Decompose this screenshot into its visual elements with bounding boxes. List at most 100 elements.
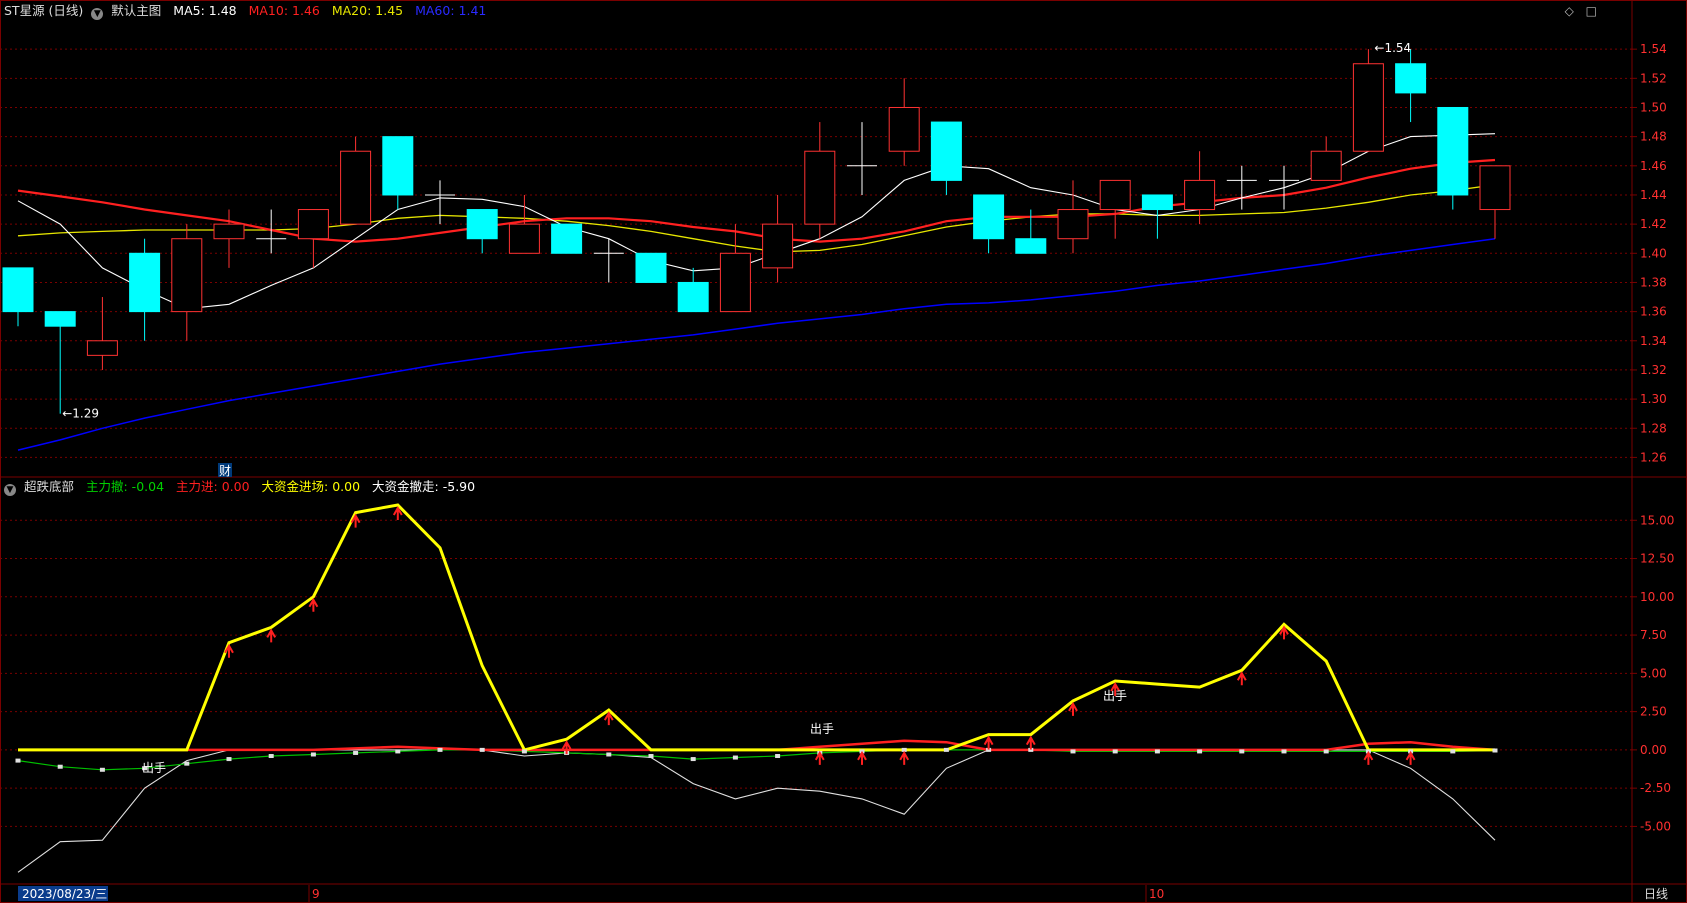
y-tick-label: -2.50	[1640, 781, 1671, 795]
candle-body[interactable]	[44, 311, 76, 327]
zlj-label: 主力进: 0.00	[176, 479, 250, 494]
buy-arrow-icon	[857, 750, 867, 765]
candle-body[interactable]	[508, 223, 540, 254]
template-name[interactable]: 默认主图	[111, 3, 161, 18]
buy-arrow-icon	[1236, 671, 1247, 686]
candle-body[interactable]	[888, 106, 920, 152]
y-tick-label: 0.00	[1640, 743, 1667, 757]
candle-body[interactable]	[1057, 209, 1089, 240]
y-tick-label: 5.00	[1640, 666, 1667, 680]
candle-body[interactable]	[213, 223, 245, 240]
zlc-marker	[648, 754, 654, 759]
diamond-icon[interactable]: ◇	[1565, 4, 1574, 18]
zlc-marker	[268, 754, 274, 759]
dzjjc-label: 大资金进场: 0.00	[261, 479, 361, 494]
candle-body[interactable]	[1352, 63, 1384, 152]
settings-dot-icon[interactable]: ▼	[4, 484, 16, 496]
low-price-marker: ←1.29	[62, 407, 99, 421]
zlc-marker	[226, 757, 232, 762]
zlc-marker	[395, 749, 401, 754]
candle-body[interactable]	[1310, 150, 1342, 181]
candle-body[interactable]	[86, 340, 118, 356]
buy-arrow-icon	[983, 735, 994, 750]
high-price-marker: ←1.54	[1374, 41, 1411, 55]
candle-body[interactable]	[551, 223, 583, 254]
candle-body[interactable]	[2, 267, 34, 313]
y-tick-label: 1.44	[1640, 188, 1667, 202]
candle-body[interactable]	[930, 121, 962, 181]
ma60-line	[17, 237, 1496, 451]
zlc-marker	[1450, 749, 1456, 754]
buy-arrow-icon	[1405, 750, 1416, 765]
y-tick-label: 7.50	[1640, 628, 1667, 642]
candle-body[interactable]	[466, 209, 498, 240]
y-tick-label: 1.48	[1640, 130, 1667, 144]
y-tick-label: 1.36	[1640, 305, 1667, 319]
candle-body[interactable]	[1479, 165, 1511, 211]
settings-dot-icon[interactable]: ▼	[91, 8, 104, 20]
candle-body[interactable]	[635, 252, 667, 283]
candle-body[interactable]	[340, 150, 372, 225]
zlc-marker	[732, 755, 738, 760]
zlc-marker	[437, 747, 443, 752]
candle-body[interactable]	[719, 252, 751, 313]
candle-body[interactable]	[804, 150, 836, 225]
candle-body[interactable]	[1395, 63, 1427, 94]
dzjcz-label: 大资金撤走: -5.90	[372, 479, 476, 494]
y-tick-label: 1.38	[1640, 275, 1667, 289]
y-tick-label: 1.42	[1640, 217, 1667, 231]
ma20-label: MA20: 1.45	[331, 3, 404, 18]
main-legend: ST星源 (日线) ▼ 默认主图 MA5: 1.48 MA10: 1.46 MA2…	[4, 3, 494, 20]
square-icon[interactable]: □	[1586, 4, 1597, 18]
buy-arrow-icon	[814, 750, 825, 765]
zlc-marker	[1070, 749, 1076, 754]
y-tick-label: 1.54	[1640, 42, 1667, 56]
candle-body[interactable]	[382, 136, 414, 196]
candle-body[interactable]	[762, 223, 794, 269]
zlc-marker	[353, 750, 359, 755]
y-tick-label: -5.00	[1640, 819, 1671, 833]
buy-arrow-icon	[603, 711, 614, 726]
zlc-line	[17, 749, 1496, 771]
candle-body[interactable]	[1184, 179, 1216, 211]
y-tick-label: 12.50	[1640, 552, 1674, 566]
buy-arrow-icon	[1025, 735, 1036, 750]
y-tick-label: 15.00	[1640, 513, 1674, 527]
sub-legend: ▼ 超跌底部 主力撤: -0.04 主力进: 0.00 大资金进场: 0.00 大…	[4, 479, 483, 496]
zlc-marker	[1112, 749, 1118, 754]
zlc-marker	[521, 749, 527, 754]
candle-body[interactable]	[297, 209, 329, 240]
zlc-marker	[775, 754, 781, 759]
kline-chart[interactable]: 1.26 1.28 1.30 1.32 1.34 1.36 1.38 1.40 1.42 1.44…	[0, 0, 1687, 903]
date-cursor-label: 2023/08/23/三	[22, 887, 107, 901]
buy-arrow-icon	[266, 628, 277, 643]
zlc-marker	[310, 752, 316, 757]
zlc-marker	[1197, 749, 1203, 754]
indicator-title[interactable]: 超跌底部	[24, 479, 74, 494]
zlc-marker	[1492, 748, 1498, 753]
cai-badge: 财	[219, 464, 231, 478]
candle-body[interactable]	[973, 194, 1005, 240]
ma5-label: MA5: 1.48	[173, 3, 237, 18]
zlc-marker	[1154, 749, 1160, 754]
candle-body[interactable]	[1015, 238, 1047, 254]
candle-body[interactable]	[677, 281, 709, 313]
window-controls: ◇ □	[1557, 4, 1597, 18]
stock-title[interactable]: ST星源 (日线)	[4, 3, 83, 18]
buy-arrow-icon	[1363, 750, 1374, 765]
ma60-label: MA60: 1.41	[415, 3, 487, 18]
candle-body[interactable]	[1099, 179, 1131, 211]
period-label: 日线	[1644, 887, 1668, 901]
zlc-marker	[57, 764, 63, 769]
zlc-marker	[15, 758, 21, 763]
month-label: 9	[312, 887, 320, 901]
zlc-marker	[1239, 749, 1245, 754]
candle-body[interactable]	[1141, 194, 1173, 211]
chushou-label: 出手	[1103, 689, 1127, 703]
dzjjc-line	[18, 503, 1495, 752]
y-tick-label: 1.26	[1640, 450, 1667, 464]
candle-body[interactable]	[1437, 106, 1469, 196]
candle-body[interactable]	[129, 252, 161, 313]
candle-body[interactable]	[171, 238, 203, 313]
month-label: 10	[1149, 887, 1164, 901]
